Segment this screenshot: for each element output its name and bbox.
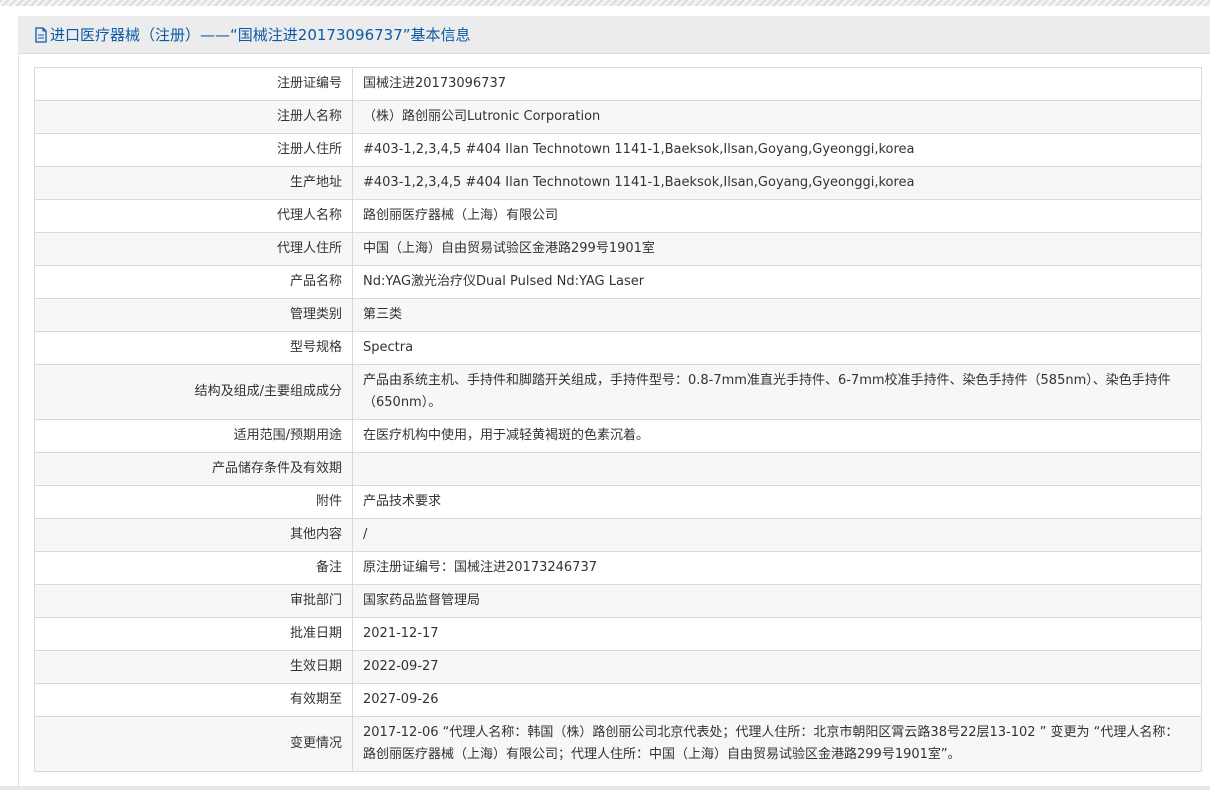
table-row: 管理类别 第三类 <box>34 298 1202 332</box>
row-label: 管理类别 <box>34 298 353 332</box>
row-label: 代理人名称 <box>34 199 353 233</box>
table-row: 型号规格 Spectra <box>34 331 1202 365</box>
row-value: 国械注进20173096737 <box>352 67 1202 101</box>
row-label: 型号规格 <box>34 331 353 365</box>
row-value: 2021-12-17 <box>352 617 1202 651</box>
row-value: 在医疗机构中使用，用于减轻黄褐斑的色素沉着。 <box>352 419 1202 453</box>
document-icon <box>34 26 48 43</box>
table-row: 附件 产品技术要求 <box>34 485 1202 519</box>
table-row: 适用范围/预期用途 在医疗机构中使用，用于减轻黄褐斑的色素沉着。 <box>34 419 1202 453</box>
row-label: 注册证编号 <box>34 67 353 101</box>
row-label: 其他内容 <box>34 518 353 552</box>
table-row: 审批部门 国家药品监督管理局 <box>34 584 1202 618</box>
table-row: 生效日期 2022-09-27 <box>34 650 1202 684</box>
table-row: 注册证编号 国械注进20173096737 <box>34 67 1202 101</box>
table-row: 代理人住所 中国（上海）自由贸易试验区金港路299号1901室 <box>34 232 1202 266</box>
row-label: 产品名称 <box>34 265 353 299</box>
table-row: 其他内容 / <box>34 518 1202 552</box>
row-label: 审批部门 <box>34 584 353 618</box>
row-label: 代理人住所 <box>34 232 353 266</box>
top-decorative-stripe <box>0 0 1210 6</box>
row-value: 2027-09-26 <box>352 683 1202 717</box>
table-row: 产品名称 Nd:YAG激光治疗仪Dual Pulsed Nd:YAG Laser <box>34 265 1202 299</box>
row-label: 注册人住所 <box>34 133 353 167</box>
row-value: 路创丽医疗器械（上海）有限公司 <box>352 199 1202 233</box>
row-value: （株）路创丽公司Lutronic Corporation <box>352 100 1202 134</box>
row-value: 产品技术要求 <box>352 485 1202 519</box>
row-label: 备注 <box>34 551 353 585</box>
row-value <box>352 452 1202 486</box>
table-row: 注册人住所 #403-1,2,3,4,5 #404 Ilan Technotow… <box>34 133 1202 167</box>
row-value: 2017-12-06 “代理人名称：韩国（株）路创丽公司北京代表处；代理人住所：… <box>352 716 1202 772</box>
table-row: 备注 原注册证编号：国械注进20173246737 <box>34 551 1202 585</box>
row-value: 产品由系统主机、手持件和脚踏开关组成，手持件型号：0.8-7mm准直光手持件、6… <box>352 364 1202 420</box>
row-value: / <box>352 518 1202 552</box>
row-label: 附件 <box>34 485 353 519</box>
page-title-bar: 进口医疗器械（注册）——“国械注进20173096737”基本信息 <box>18 16 1210 54</box>
row-label: 变更情况 <box>34 716 353 772</box>
row-value: 原注册证编号：国械注进20173246737 <box>352 551 1202 585</box>
table-row: 批准日期 2021-12-17 <box>34 617 1202 651</box>
table-row: 注册人名称 （株）路创丽公司Lutronic Corporation <box>34 100 1202 134</box>
row-label: 产品储存条件及有效期 <box>34 452 353 486</box>
table-row: 产品储存条件及有效期 <box>34 452 1202 486</box>
page-title: 进口医疗器械（注册）——“国械注进20173096737”基本信息 <box>50 26 471 44</box>
row-value: #403-1,2,3,4,5 #404 Ilan Technotown 1141… <box>352 166 1202 200</box>
table-row: 结构及组成/主要组成成分 产品由系统主机、手持件和脚踏开关组成，手持件型号：0.… <box>34 364 1202 420</box>
row-value: 中国（上海）自由贸易试验区金港路299号1901室 <box>352 232 1202 266</box>
row-label: 结构及组成/主要组成成分 <box>34 364 353 420</box>
row-value: 第三类 <box>352 298 1202 332</box>
row-label: 生效日期 <box>34 650 353 684</box>
row-label: 适用范围/预期用途 <box>34 419 353 453</box>
row-value: 国家药品监督管理局 <box>352 584 1202 618</box>
table-row: 有效期至 2027-09-26 <box>34 683 1202 717</box>
table-row: 代理人名称 路创丽医疗器械（上海）有限公司 <box>34 199 1202 233</box>
table-row: 变更情况 2017-12-06 “代理人名称：韩国（株）路创丽公司北京代表处；代… <box>34 716 1202 772</box>
row-label: 注册人名称 <box>34 100 353 134</box>
table-row: 生产地址 #403-1,2,3,4,5 #404 Ilan Technotown… <box>34 166 1202 200</box>
row-value: Nd:YAG激光治疗仪Dual Pulsed Nd:YAG Laser <box>352 265 1202 299</box>
row-label: 生产地址 <box>34 166 353 200</box>
row-value: Spectra <box>352 331 1202 365</box>
registration-info-table: 注册证编号 国械注进20173096737 注册人名称 （株）路创丽公司Lutr… <box>34 67 1202 772</box>
row-value: #403-1,2,3,4,5 #404 Ilan Technotown 1141… <box>352 133 1202 167</box>
row-label: 批准日期 <box>34 617 353 651</box>
row-value: 2022-09-27 <box>352 650 1202 684</box>
row-label: 有效期至 <box>34 683 353 717</box>
bottom-edge <box>0 786 1210 790</box>
